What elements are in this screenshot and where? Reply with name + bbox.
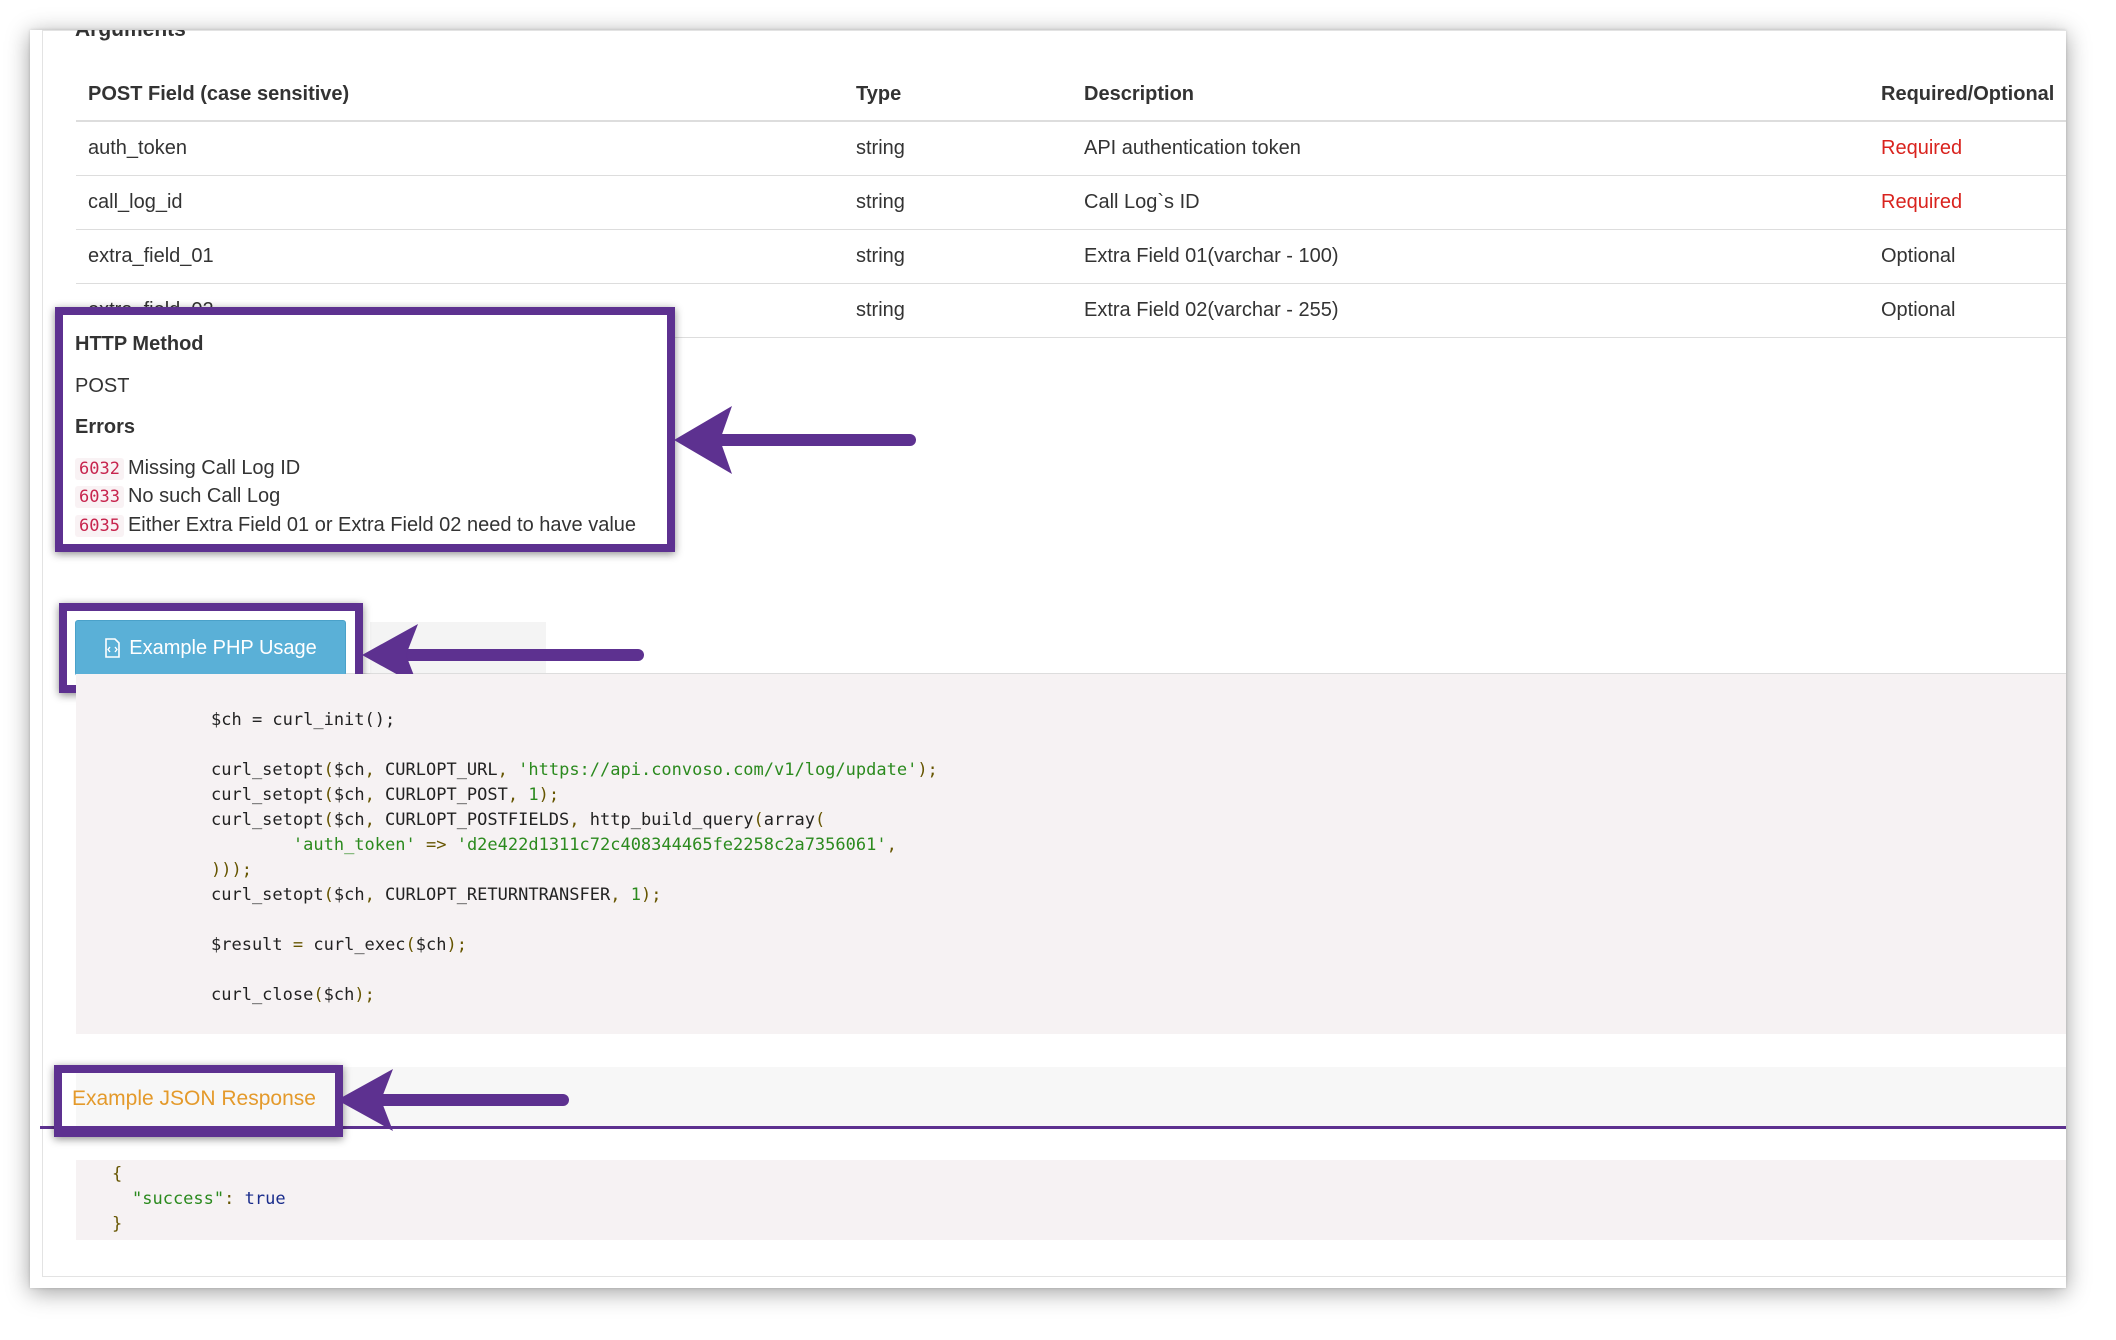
cell-required: Required	[1869, 175, 2066, 230]
cell-field: extra_field_01	[76, 229, 844, 284]
table-header-row: POST Field (case sensitive) Type Descrip…	[76, 68, 2066, 122]
cell-required: Optional	[1869, 283, 2066, 338]
error-code: 6035	[75, 515, 124, 537]
code-line: {	[112, 1164, 123, 1184]
arrow-left-icon	[674, 406, 916, 474]
code-line: )));	[211, 860, 252, 880]
header-required: Required/Optional	[1869, 68, 2066, 122]
error-text: Missing Call Log ID	[127, 457, 301, 479]
tab-example-json-response[interactable]: Example JSON Response	[72, 1087, 316, 1111]
header-type: Type	[844, 68, 1072, 122]
error-item: 6033 No such Call Log	[75, 485, 280, 508]
cell-description: Extra Field 02(varchar - 255)	[1072, 283, 1869, 338]
header-post-field: POST Field (case sensitive)	[76, 68, 844, 122]
tab-example-php-usage[interactable]: Example PHP Usage	[75, 620, 346, 676]
error-code: 6032	[75, 458, 124, 480]
cell-type: string	[844, 175, 1072, 230]
error-code: 6033	[75, 486, 124, 508]
cell-required: Optional	[1869, 229, 2066, 284]
table-row: call_log_id string Call Log`s ID Require…	[76, 175, 2066, 230]
arguments-table: POST Field (case sensitive) Type Descrip…	[76, 68, 2066, 338]
code-line: 'auth_token' => 'd2e422d1311c72c40834446…	[292, 835, 897, 855]
cell-type: string	[844, 283, 1072, 338]
code-line: curl_setopt($ch, CURLOPT_RETURNTRANSFER,…	[211, 885, 662, 905]
error-text: Either Extra Field 01 or Extra Field 02 …	[127, 514, 637, 536]
code-line: $result = curl_exec($ch);	[211, 935, 467, 955]
arrow-left-icon	[337, 1069, 569, 1131]
file-code-icon	[105, 638, 121, 658]
header-description: Description	[1072, 68, 1869, 122]
cell-type: string	[844, 121, 1072, 176]
code-line: curl_close($ch);	[211, 985, 375, 1005]
cell-field: call_log_id	[76, 175, 844, 230]
table-row: auth_token string API authentication tok…	[76, 121, 2066, 176]
error-item: 6035 Either Extra Field 01 or Extra Field…	[75, 514, 636, 537]
cell-type: string	[844, 229, 1072, 284]
documentation-panel: Arguments POST Field (case sensitive) Ty…	[30, 30, 2066, 1288]
http-method-label: HTTP Method	[75, 333, 204, 355]
error-text: No such Call Log	[127, 485, 281, 507]
code-line: curl_setopt($ch, CURLOPT_URL, 'https://a…	[211, 760, 938, 780]
cell-description: API authentication token	[1072, 121, 1869, 176]
cell-required: Required	[1869, 121, 2066, 176]
code-line: curl_setopt($ch, CURLOPT_POST, 1);	[211, 785, 560, 805]
code-line: curl_setopt($ch, CURLOPT_POSTFIELDS, htt…	[211, 810, 826, 830]
error-item: 6032 Missing Call Log ID	[75, 457, 300, 480]
cell-description: Extra Field 01(varchar - 100)	[1072, 229, 1869, 284]
errors-label: Errors	[75, 416, 136, 438]
json-code-block: { "success": true }	[76, 1160, 2066, 1240]
table-row: extra_field_01 string Extra Field 01(var…	[76, 229, 2066, 284]
php-code-block: $ch = curl_init(); curl_setopt($ch, CURL…	[76, 674, 2066, 1034]
code-line: "success": true	[132, 1189, 286, 1209]
cell-field: auth_token	[76, 121, 844, 176]
cell-description: Call Log`s ID	[1072, 175, 1869, 230]
code-line: }	[112, 1214, 123, 1234]
code-line: $ch = curl_init();	[211, 710, 396, 730]
arguments-heading: Arguments	[75, 30, 186, 42]
tab-label: Example PHP Usage	[129, 636, 317, 659]
http-method-value: POST	[75, 375, 130, 397]
